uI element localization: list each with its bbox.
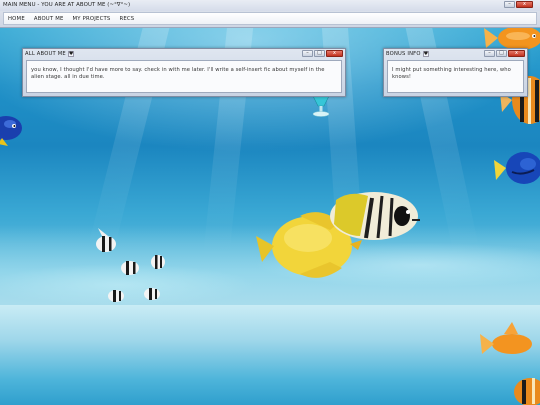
about-window-controls: – □ x <box>302 50 343 57</box>
minimize-button[interactable]: – <box>504 1 515 8</box>
menu-item-home[interactable]: HOME <box>8 16 25 22</box>
close-button[interactable]: x <box>326 50 343 57</box>
menu-item-recs[interactable]: RECS <box>119 16 134 22</box>
nav-menu: HOME ABOUT ME MY PROJECTS RECS <box>3 12 537 25</box>
bonus-window-titlebar: BONUS INFO ♥ <box>386 50 429 58</box>
butterfly-fish <box>330 192 420 240</box>
main-window-controls: – x <box>504 1 533 8</box>
about-window-body: you know, I thought I'd have more to say… <box>26 60 342 93</box>
bonus-info-window: BONUS INFO ♥ – □ x I might put something… <box>383 48 528 97</box>
fish-school <box>96 228 165 302</box>
bonus-window-body: I might put something interesting here, … <box>387 60 524 93</box>
orange-fish-bottom-right <box>480 322 532 354</box>
menu-item-my-projects[interactable]: MY PROJECTS <box>73 16 111 22</box>
minimize-button[interactable]: – <box>302 50 313 57</box>
close-button[interactable]: x <box>508 50 525 57</box>
bonus-window-controls: – □ x <box>484 50 525 57</box>
bonus-window-title: BONUS INFO <box>386 51 421 57</box>
close-button[interactable]: x <box>516 1 533 8</box>
bonus-text: I might put something interesting here, … <box>392 67 511 80</box>
about-text: you know, I thought I'd have more to say… <box>31 67 325 80</box>
main-menu-bar: MAIN MENU - YOU ARE AT ABOUT ME (~°∇°~) … <box>0 0 540 28</box>
striped-fish-bottom-right <box>514 378 540 405</box>
minimize-button[interactable]: – <box>484 50 495 57</box>
blue-fish-left <box>0 116 22 146</box>
blue-tang-fish <box>494 152 540 184</box>
menu-item-about-me[interactable]: ABOUT ME <box>34 16 64 22</box>
main-window-title: MAIN MENU - YOU ARE AT ABOUT ME (~°∇°~) <box>3 2 131 8</box>
maximize-button[interactable]: □ <box>314 50 325 57</box>
about-window-titlebar: ALL ABOUT ME ♥ <box>25 50 74 58</box>
heart-icon: ♥ <box>67 51 74 57</box>
about-me-window: ALL ABOUT ME ♥ – □ x you know, I thought… <box>22 48 346 97</box>
about-window-title: ALL ABOUT ME <box>25 51 66 57</box>
main-titlebar: MAIN MENU - YOU ARE AT ABOUT ME (~°∇°~) … <box>0 0 540 11</box>
heart-icon: ♥ <box>422 51 429 57</box>
maximize-button[interactable]: □ <box>496 50 507 57</box>
